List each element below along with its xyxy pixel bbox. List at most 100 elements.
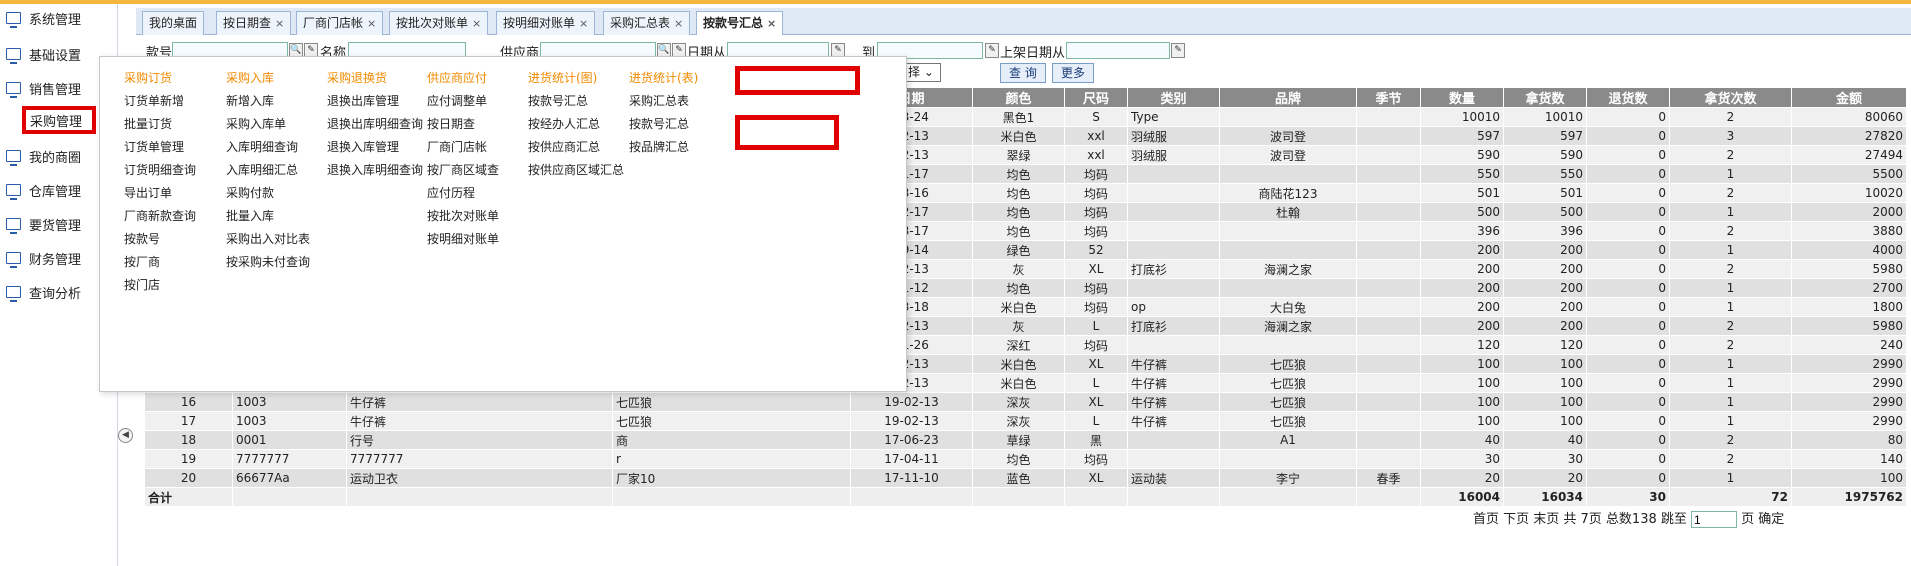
sidebar-item-query-analysis[interactable]: 查询分析 bbox=[6, 280, 110, 304]
col-header-size[interactable]: 尺码 bbox=[1064, 87, 1128, 108]
close-icon[interactable]: × bbox=[579, 17, 588, 30]
menu-item[interactable]: 按厂商区域查 bbox=[427, 161, 499, 178]
sidebar-item-requisition[interactable]: 要货管理 bbox=[6, 212, 110, 236]
menu-item[interactable]: 批量订货 bbox=[124, 115, 172, 132]
row-brand: 七匹狼 bbox=[1219, 354, 1357, 374]
menu-column-heading[interactable]: 供应商应付 bbox=[427, 69, 487, 86]
sidebar-item-sales[interactable]: 销售管理 bbox=[6, 76, 110, 100]
tab-label: 厂商门店帐 bbox=[303, 16, 364, 30]
sidebar-item-my-circle[interactable]: 我的商圈 bbox=[6, 144, 110, 168]
menu-item[interactable]: 按批次对账单 bbox=[427, 207, 499, 224]
row-date: 17-04-11 bbox=[850, 449, 973, 469]
tab-batch-statement[interactable]: 按批次对账单 × bbox=[389, 11, 489, 35]
col-header-amount[interactable]: 金额 bbox=[1791, 87, 1907, 108]
menu-column-heading[interactable]: 采购入库 bbox=[226, 69, 274, 86]
page-jump-input[interactable] bbox=[1691, 511, 1738, 528]
col-header-brand[interactable]: 品牌 bbox=[1219, 87, 1357, 108]
menu-item[interactable]: 入库明细查询 bbox=[226, 138, 298, 155]
menu-item[interactable]: 导出订单 bbox=[124, 184, 172, 201]
menu-item[interactable]: 按明细对账单 bbox=[427, 230, 499, 247]
tab-by-date[interactable]: 按日期查 × bbox=[216, 11, 292, 35]
close-icon[interactable]: × bbox=[275, 17, 284, 30]
menu-item[interactable]: 采购汇总表 bbox=[629, 92, 689, 109]
row-size: 均码 bbox=[1064, 221, 1128, 241]
menu-item[interactable]: 入库明细汇总 bbox=[226, 161, 298, 178]
close-icon[interactable]: × bbox=[674, 17, 683, 30]
col-header-season[interactable]: 季节 bbox=[1356, 87, 1421, 108]
menu-item[interactable]: 退换入库管理 bbox=[327, 138, 399, 155]
menu-item[interactable]: 按日期查 bbox=[427, 115, 475, 132]
menu-item[interactable]: 按品牌汇总 bbox=[629, 138, 689, 155]
row-return-qty: 0 bbox=[1586, 183, 1670, 203]
menu-column-heading[interactable]: 采购退换货 bbox=[327, 69, 387, 86]
tab-detail-statement[interactable]: 按明细对账单 × bbox=[496, 11, 596, 35]
pager-links[interactable]: 首页 下页 末页 共 7页 总数138 跳至 bbox=[1473, 512, 1687, 527]
table-row[interactable]: 19 7777777 7777777 r 17-04-11 均色 均码 30 30 0 2 140 bbox=[144, 449, 1907, 469]
close-icon[interactable]: × bbox=[367, 17, 376, 30]
menu-item[interactable]: 按供应商区域汇总 bbox=[528, 161, 624, 178]
menu-item[interactable]: 应付调整单 bbox=[427, 92, 487, 109]
menu-item[interactable]: 按供应商汇总 bbox=[528, 138, 600, 155]
table-row[interactable]: 16 1003 牛仔裤 七匹狼 19-02-13 深灰 XL 牛仔裤 七匹狼 100 100 0 1 29… bbox=[144, 392, 1907, 412]
row-qty: 100 bbox=[1420, 354, 1504, 374]
menu-item[interactable]: 按款号汇总 bbox=[629, 115, 689, 132]
calendar-edit-icon[interactable]: ✎ bbox=[985, 43, 999, 58]
menu-item[interactable]: 退换出库明细查询 bbox=[327, 115, 423, 132]
sidebar-item-system[interactable]: 系统管理 bbox=[6, 6, 110, 30]
shelf-date-from-input[interactable] bbox=[1066, 42, 1170, 59]
menu-item[interactable]: 批量入库 bbox=[226, 207, 274, 224]
col-header-color[interactable]: 颜色 bbox=[972, 87, 1065, 108]
menu-item[interactable]: 厂商新款查询 bbox=[124, 207, 196, 224]
menu-item[interactable]: 采购入库单 bbox=[226, 115, 286, 132]
table-row[interactable]: 17 1003 牛仔裤 七匹狼 19-02-13 深灰 L 牛仔裤 七匹狼 100 100 0 1 299… bbox=[144, 411, 1907, 431]
menu-item[interactable]: 按经办人汇总 bbox=[528, 115, 600, 132]
menu-item[interactable]: 厂商门店帐 bbox=[427, 138, 487, 155]
sidebar-item-basic-settings[interactable]: 基础设置 bbox=[6, 42, 110, 66]
menu-item[interactable]: 采购付款 bbox=[226, 184, 274, 201]
table-row[interactable]: 20 66677Aa 运动卫衣 厂家10 17-11-10 蓝色 XL 运动装 李宁 春季 20 20… bbox=[144, 468, 1907, 488]
menu-item[interactable]: 按款号 bbox=[124, 230, 160, 247]
menu-item[interactable]: 新增入库 bbox=[226, 92, 274, 109]
col-header-take-qty[interactable]: 拿货数 bbox=[1503, 87, 1587, 108]
close-icon[interactable]: × bbox=[472, 17, 481, 30]
col-header-qty[interactable]: 数量 bbox=[1420, 87, 1504, 108]
query-button[interactable]: 查 询 bbox=[1000, 63, 1046, 83]
row-take-times: 1 bbox=[1669, 468, 1792, 488]
col-header-take-times[interactable]: 拿货次数 bbox=[1669, 87, 1792, 108]
menu-item[interactable]: 退换出库管理 bbox=[327, 92, 399, 109]
close-icon[interactable]: × bbox=[767, 17, 776, 30]
menu-item[interactable]: 订货明细查询 bbox=[124, 161, 196, 178]
row-amount: 80060 bbox=[1791, 107, 1907, 127]
pager-confirm[interactable]: 页 确定 bbox=[1741, 512, 1784, 527]
menu-item[interactable]: 按款号汇总 bbox=[528, 92, 588, 109]
row-take-times: 2 bbox=[1669, 335, 1792, 355]
row-take-times: 1 bbox=[1669, 240, 1792, 260]
sort-select[interactable]: 择 ⌄ bbox=[905, 63, 941, 82]
menu-item[interactable]: 应付历程 bbox=[427, 184, 475, 201]
menu-column-heading[interactable]: 采购订货 bbox=[124, 69, 172, 86]
calendar-edit-icon[interactable]: ✎ bbox=[1171, 43, 1185, 58]
tab-style-summary[interactable]: 按款号汇总 × bbox=[696, 11, 784, 35]
menu-item[interactable]: 按采购未付查询 bbox=[226, 253, 310, 270]
col-header-return-qty[interactable]: 退货数 bbox=[1586, 87, 1670, 108]
menu-item[interactable]: 订货单新增 bbox=[124, 92, 184, 109]
menu-item[interactable]: 采购出入对比表 bbox=[226, 230, 310, 247]
row-color: 米白色 bbox=[972, 373, 1065, 393]
sidebar-item-purchase[interactable]: 采购管理 bbox=[22, 106, 96, 134]
more-button[interactable]: 更多 bbox=[1052, 63, 1095, 83]
menu-item[interactable]: 按门店 bbox=[124, 276, 160, 293]
sidebar-item-finance[interactable]: 财务管理 bbox=[6, 246, 110, 270]
menu-column-heading[interactable]: 进货统计(表) bbox=[629, 69, 698, 86]
col-header-category[interactable]: 类别 bbox=[1127, 87, 1220, 108]
table-row[interactable]: 18 0001 行号商 17-06-23 草绿黑 A1 40 40 0 2 80 bbox=[144, 430, 1907, 450]
menu-item[interactable]: 退换入库明细查询 bbox=[327, 161, 423, 178]
menu-item[interactable]: 按厂商 bbox=[124, 253, 160, 270]
tab-my-desktop[interactable]: 我的桌面 bbox=[142, 11, 205, 35]
collapse-sidebar-button[interactable]: ◀ bbox=[118, 428, 133, 443]
sidebar-item-warehouse[interactable]: 仓库管理 bbox=[6, 178, 110, 202]
menu-column-heading[interactable]: 进货统计(图) bbox=[528, 69, 597, 86]
tab-purchase-summary[interactable]: 采购汇总表 × bbox=[603, 11, 691, 35]
tab-label: 按批次对账单 bbox=[396, 16, 469, 30]
menu-item[interactable]: 订货单管理 bbox=[124, 138, 184, 155]
tab-vendor-store-ledger[interactable]: 厂商门店帐 × bbox=[296, 11, 384, 35]
